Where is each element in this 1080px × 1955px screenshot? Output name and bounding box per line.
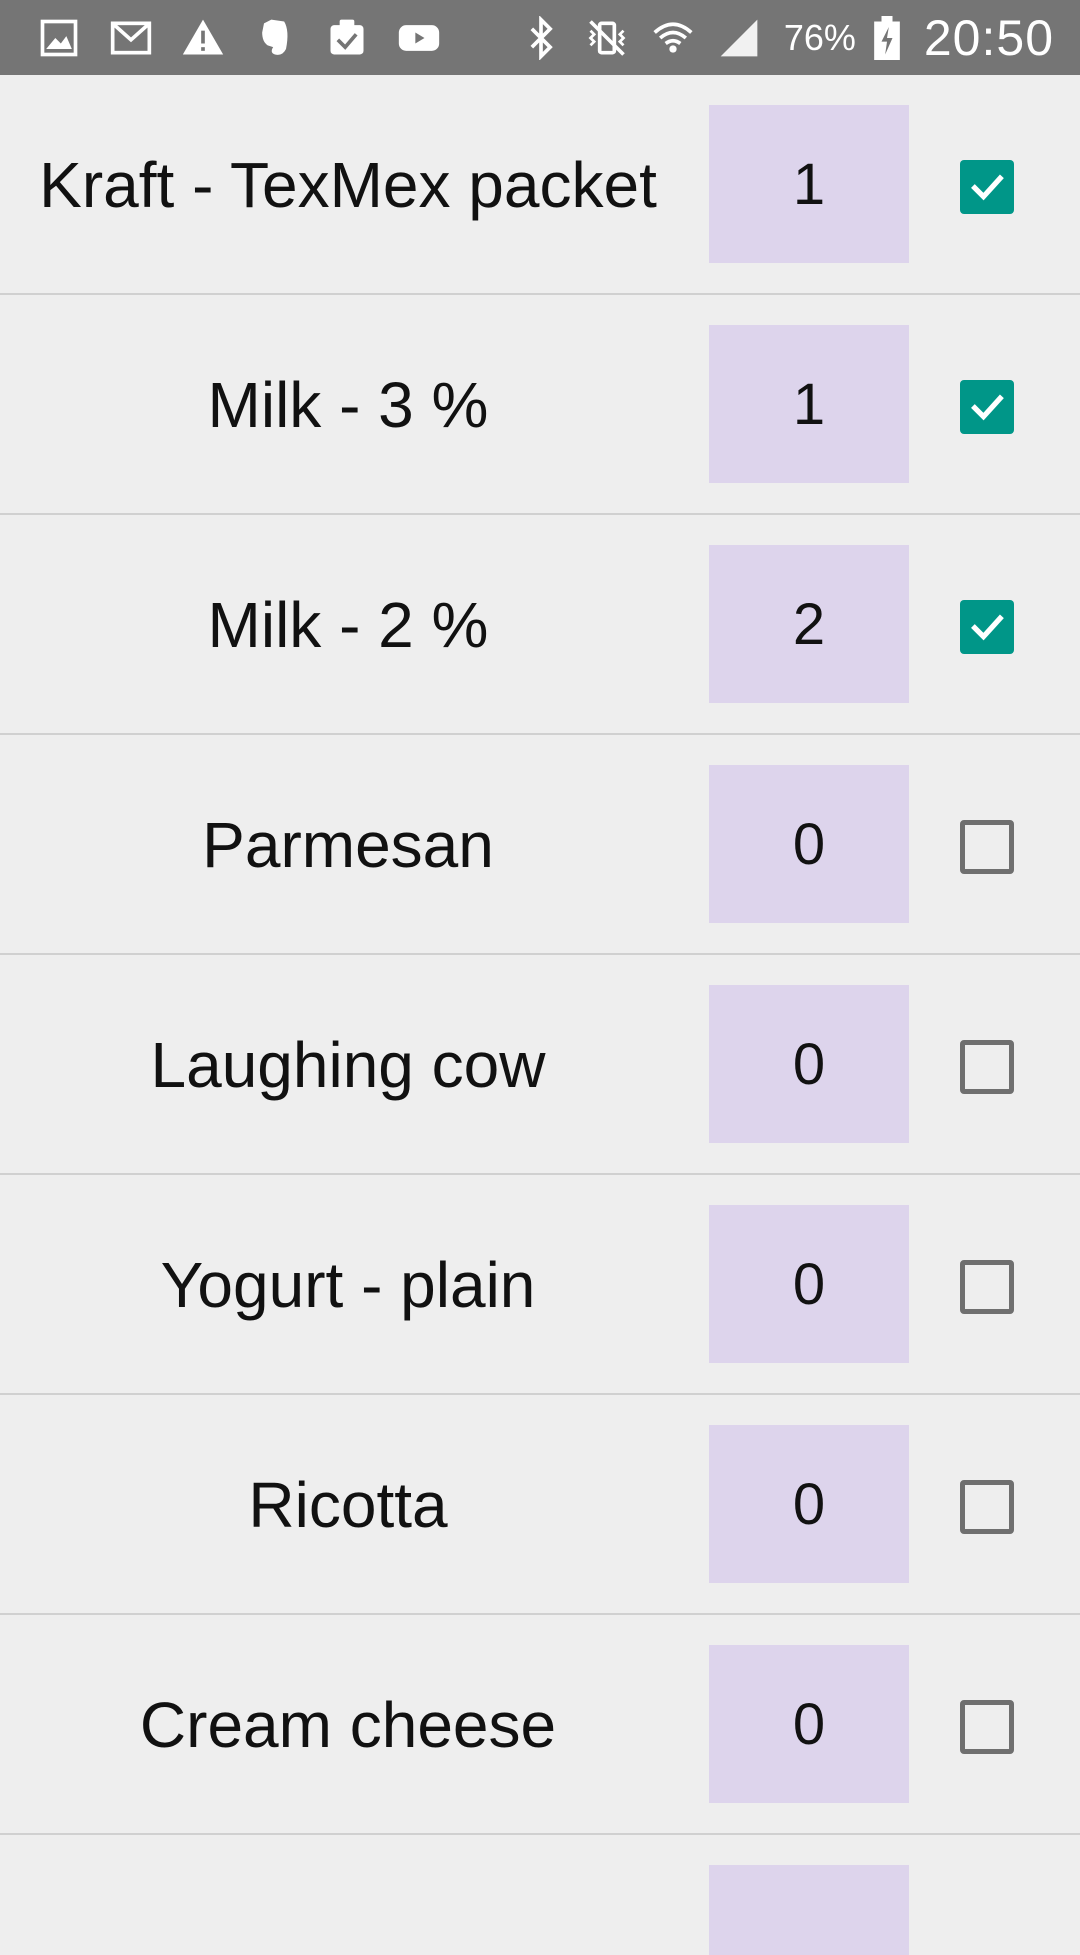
quantity-field[interactable]: 0 xyxy=(709,1205,909,1363)
item-name: Ricotta xyxy=(248,1469,448,1541)
status-bar: 76% 20:50 xyxy=(0,0,1080,75)
checkmark-icon xyxy=(971,614,1004,641)
quantity-field[interactable]: 0 xyxy=(709,985,909,1143)
list-item[interactable]: Laughing cow 0 xyxy=(0,955,1080,1175)
list-item-partial[interactable] xyxy=(0,1835,1080,1955)
quantity-field[interactable]: 0 xyxy=(709,1425,909,1583)
quantity-field[interactable]: 2 xyxy=(709,545,909,703)
item-checkbox[interactable] xyxy=(960,160,1014,214)
bluetooth-icon xyxy=(516,13,566,63)
grocery-list: Kraft - TexMex packet 1 Milk - 3 % 1 Mil… xyxy=(0,75,1080,1955)
item-checkbox[interactable] xyxy=(960,600,1014,654)
item-checkbox[interactable] xyxy=(960,820,1014,874)
quantity-field[interactable]: 0 xyxy=(709,1645,909,1803)
item-checkbox[interactable] xyxy=(960,1480,1014,1534)
gmail-icon xyxy=(106,13,156,63)
item-checkbox[interactable] xyxy=(960,1700,1014,1754)
item-checkbox[interactable] xyxy=(960,1260,1014,1314)
signal-icon xyxy=(714,13,764,63)
clipboard-check-icon xyxy=(322,13,372,63)
warning-icon xyxy=(178,13,228,63)
quantity-field[interactable] xyxy=(709,1865,909,1955)
battery-percent: 76% xyxy=(783,16,856,58)
list-item[interactable]: Milk - 2 % 2 xyxy=(0,515,1080,735)
evernote-icon xyxy=(250,13,300,63)
checkmark-icon xyxy=(971,174,1004,201)
wifi-icon xyxy=(648,13,698,63)
youtube-icon xyxy=(394,13,444,63)
gallery-icon xyxy=(34,13,84,63)
item-name: Kraft - TexMex packet xyxy=(39,149,657,221)
checkmark-icon xyxy=(971,394,1004,421)
item-name: Parmesan xyxy=(202,809,494,881)
list-item[interactable]: Parmesan 0 xyxy=(0,735,1080,955)
system-icons: 76% 20:50 xyxy=(516,9,1054,67)
list-item[interactable]: Cream cheese 0 xyxy=(0,1615,1080,1835)
item-name: Milk - 2 % xyxy=(207,589,489,661)
notification-icons xyxy=(34,13,444,63)
list-item[interactable]: Milk - 3 % 1 xyxy=(0,295,1080,515)
item-name: Cream cheese xyxy=(139,1689,557,1761)
vibrate-mute-icon xyxy=(582,13,632,63)
item-checkbox[interactable] xyxy=(960,380,1014,434)
quantity-field[interactable]: 1 xyxy=(709,105,909,263)
list-item[interactable]: Kraft - TexMex packet 1 xyxy=(0,75,1080,295)
item-checkbox[interactable] xyxy=(960,1040,1014,1094)
battery-charging-icon xyxy=(872,13,902,63)
item-name: Yogurt - plain xyxy=(160,1249,536,1321)
quantity-field[interactable]: 0 xyxy=(709,765,909,923)
list-item[interactable]: Yogurt - plain 0 xyxy=(0,1175,1080,1395)
quantity-field[interactable]: 1 xyxy=(709,325,909,483)
item-name: Milk - 3 % xyxy=(207,369,489,441)
list-item[interactable]: Ricotta 0 xyxy=(0,1395,1080,1615)
item-name: Laughing cow xyxy=(150,1029,546,1101)
clock: 20:50 xyxy=(923,9,1054,66)
